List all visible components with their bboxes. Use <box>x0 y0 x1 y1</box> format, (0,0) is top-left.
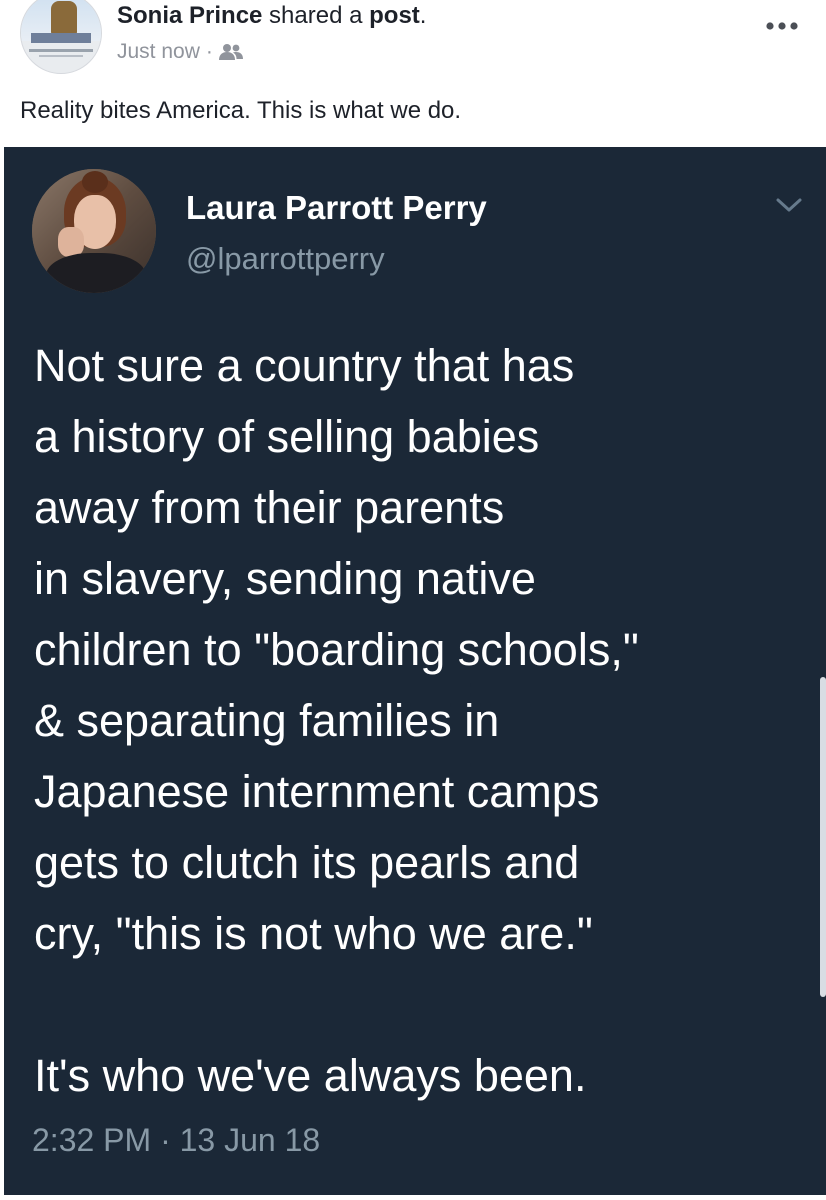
tweet-author-handle: @lparrottperry <box>186 241 385 276</box>
tweet-text-line: gets to clutch its pearls and <box>34 837 580 888</box>
tweet-text-line: a history of selling babies <box>34 411 540 462</box>
tweet-timestamp: 2:32 PM · 13 Jun 18 <box>32 1122 321 1158</box>
share-action-text: shared a <box>262 2 370 29</box>
avatar-figure <box>51 1 77 35</box>
avatar-caption-secondary <box>39 55 83 57</box>
share-timestamp[interactable]: Just now <box>117 40 200 64</box>
avatar-hand <box>58 227 84 257</box>
friends-icon[interactable] <box>218 43 243 61</box>
sharer-name[interactable]: Sonia Prince <box>117 2 262 29</box>
tweet-text-line: away from their parents <box>34 482 505 533</box>
tweet-screenshot[interactable]: Laura Parrott Perry @lparrottperry Not s… <box>4 147 826 1195</box>
share-header: Sonia Prince shared a post. Just now · <box>0 0 826 80</box>
more-icon[interactable] <box>764 16 800 36</box>
scrollbar[interactable] <box>820 677 826 997</box>
avatar-shirt <box>46 253 146 293</box>
title-period: . <box>419 2 427 29</box>
shared-object-link[interactable]: post <box>369 2 420 29</box>
tweet-closing-line: It's who we've always been. <box>34 1050 587 1101</box>
tweet-text-line: Japanese internment camps <box>34 766 600 817</box>
post-caption: Reality bites America. This is what we d… <box>20 97 462 124</box>
tweet-text-line: children to "boarding schools," <box>34 624 639 675</box>
avatar-hair-bun <box>82 171 108 193</box>
tweet-text-line: Not sure a country that has <box>34 340 575 391</box>
avatar-base <box>31 33 91 43</box>
sharer-avatar[interactable] <box>20 0 102 74</box>
tweet-author-name: Laura Parrott Perry <box>186 189 487 226</box>
share-meta: Just now · <box>117 40 243 64</box>
share-title: Sonia Prince shared a post. <box>117 2 426 30</box>
chevron-down-icon <box>774 195 804 215</box>
tweet-text-line: cry, "this is not who we are." <box>34 908 593 959</box>
tweet-text-line: in slavery, sending native <box>34 553 536 604</box>
avatar-caption <box>29 49 93 52</box>
tweet-author-avatar <box>32 169 156 293</box>
meta-separator: · <box>205 40 213 63</box>
tweet-text: Not sure a country that has a history of… <box>34 330 804 1111</box>
shared-post: Sonia Prince shared a post. Just now · R… <box>0 0 826 1200</box>
tweet-text-line: & separating families in <box>34 695 500 746</box>
